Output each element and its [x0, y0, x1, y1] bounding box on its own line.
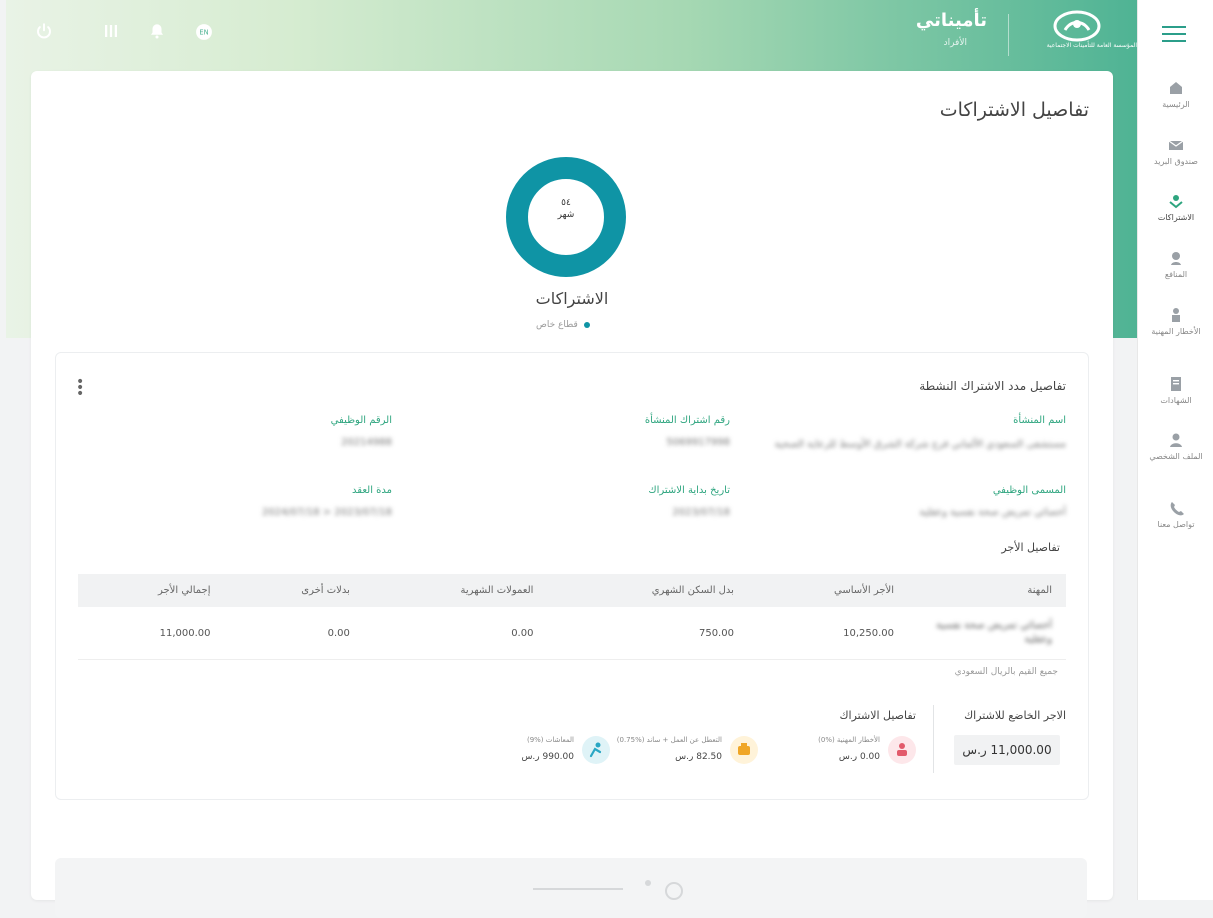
panel-title: تفاصيل مدد الاشتراك النشطة — [919, 379, 1066, 393]
subject-wage-label: الاجر الخاضع للاشتراك — [964, 709, 1066, 722]
col-header-commissions: العمولات الشهرية — [363, 574, 548, 607]
col-header-total: إجمالي الأجر — [78, 574, 225, 607]
sidebar-item-label: تواصل معنا — [1157, 520, 1195, 529]
cell-commissions: 0.00 — [363, 607, 548, 660]
sidebar-item-label: الملف الشخصي — [1149, 452, 1203, 461]
employee-number-label: الرقم الوظيفي — [330, 415, 392, 426]
svg-text:EN: EN — [199, 29, 208, 37]
sidebar: الرئيسية صندوق البريد الاشتراكات المنافع… — [1137, 0, 1213, 900]
establishment-name-value: مستشفى السعودي الألماني فرع شركة الشرق ا… — [774, 439, 1066, 450]
contribution-label: التعطل عن العمل + ساند (%0.75) — [616, 736, 722, 744]
certificates-icon — [1168, 376, 1184, 392]
employee-number-value: 20214988 — [341, 437, 392, 448]
donut-caption: الاشتراكات — [535, 289, 609, 308]
establishment-subscription-value: 5069917998 — [666, 437, 730, 448]
sidebar-item-label: الرئيسية — [1162, 100, 1190, 109]
home-icon — [1168, 80, 1184, 96]
sidebar-item-label: صندوق البريد — [1154, 157, 1198, 166]
cell-basic-wage: 10,250.00 — [747, 607, 908, 660]
start-date-label: تاريخ بداية الاشتراك — [648, 485, 730, 496]
placeholder-dot — [645, 880, 651, 886]
menu-icon[interactable] — [1162, 26, 1186, 42]
contribution-label: الأخطار المهنية (%0) — [818, 736, 880, 744]
occupational-icon — [1168, 307, 1184, 323]
pension-icon — [582, 736, 610, 764]
active-subscription-panel: تفاصيل مدد الاشتراك النشطة • • • اسم المنش… — [55, 352, 1089, 800]
vertical-divider — [933, 705, 934, 773]
sidebar-item-label: الاشتراكات — [1157, 213, 1195, 222]
contribution-value: 82.50 ر.س — [675, 752, 722, 762]
sidebar-item-benefits[interactable]: المنافع — [1138, 250, 1213, 279]
brand-subtitle: الأفراد — [943, 38, 967, 48]
apps-grid-icon[interactable] — [100, 22, 122, 44]
establishment-name-label: اسم المنشأة — [1013, 415, 1066, 426]
job-title-label: المسمى الوظيفي — [992, 485, 1066, 496]
brand-name: تأميناتي — [915, 10, 987, 31]
col-header-basic-wage: الأجر الأساسي — [747, 574, 908, 607]
legend-dot — [583, 321, 590, 328]
hazard-icon — [888, 736, 916, 764]
unemployment-icon — [730, 736, 758, 764]
placeholder-line — [533, 888, 623, 890]
start-date-value: 2023/07/18 — [672, 507, 730, 518]
sidebar-item-certificates[interactable]: الشهادات — [1138, 376, 1213, 405]
col-header-housing: بدل السكن الشهري — [547, 574, 748, 607]
wages-table: المهنة الأجر الأساسي بدل السكن الشهري ال… — [78, 574, 1066, 660]
subscription-donut: ٥٤ شهر — [506, 157, 626, 277]
bell-icon[interactable] — [146, 22, 168, 44]
col-header-occupation: المهنة — [908, 574, 1066, 607]
sidebar-item-subscriptions[interactable]: الاشتراكات — [1138, 193, 1213, 222]
donut-legend: قطاع خاص — [536, 320, 590, 330]
power-icon[interactable] — [33, 22, 55, 44]
sidebar-item-home[interactable]: الرئيسية — [1138, 80, 1213, 109]
language-toggle-icon[interactable]: EN — [193, 22, 215, 44]
legend-label: قطاع خاص — [536, 320, 578, 330]
job-title-value: أخصائي تمريض صحة نفسية وعقلية — [919, 507, 1066, 518]
sidebar-item-occupational[interactable]: الأخطار المهنية — [1138, 307, 1213, 336]
top-bar: EN تأميناتي الأفراد المؤسسة العامة للتأم… — [6, 0, 1137, 70]
cell-total: 11,000.00 — [78, 607, 225, 660]
donut-center-label: ٥٤ شهر — [506, 197, 626, 221]
sidebar-item-label: المنافع — [1164, 270, 1188, 279]
subscription-details-title: تفاصيل الاشتراك — [839, 709, 916, 722]
contribution-pension: المعاشات (%9) 990.00 ر.س — [430, 734, 610, 770]
main-card: تفاصيل الاشتراكات ٥٤ شهر الاشتراكات قطاع… — [31, 71, 1113, 918]
currency-note: جميع القيم بالريال السعودي — [954, 667, 1058, 677]
donut-unit: شهر — [557, 210, 575, 220]
profile-icon — [1168, 432, 1184, 448]
sidebar-item-label: الأخطار المهنية — [1151, 327, 1201, 336]
establishment-subscription-label: رقم اشتراك المنشأة — [644, 415, 730, 426]
contact-icon — [1168, 500, 1184, 516]
page-title: تفاصيل الاشتراكات — [939, 99, 1089, 121]
contribution-value: 0.00 ر.س — [838, 752, 880, 762]
contract-period-value: 2024/07/18 > 2023/07/18 — [261, 507, 392, 518]
gosi-logo-icon — [1047, 8, 1107, 60]
table-row: أخصائي تمريض صحة نفسية وعقلية 10,250.00 … — [78, 607, 1066, 660]
contribution-label: المعاشات (%9) — [526, 736, 574, 744]
sidebar-item-label: الشهادات — [1160, 396, 1192, 405]
wages-section-title: تفاصيل الأجر — [1001, 541, 1060, 554]
col-header-other: بدلات أخرى — [224, 574, 364, 607]
sidebar-item-mailbox[interactable]: صندوق البريد — [1138, 137, 1213, 166]
loading-placeholder-card — [55, 858, 1087, 918]
org-name: المؤسسة العامة للتأمينات الاجتماعية — [1046, 42, 1137, 49]
cell-housing: 750.00 — [547, 607, 748, 660]
sidebar-item-contact[interactable]: تواصل معنا — [1138, 500, 1213, 529]
donut-value: ٥٤ — [561, 198, 571, 208]
benefits-icon — [1168, 250, 1184, 266]
cell-other: 0.00 — [224, 607, 364, 660]
mail-icon — [1168, 137, 1184, 153]
placeholder-circle — [665, 882, 683, 900]
cell-occupation: أخصائي تمريض صحة نفسية وعقلية — [908, 607, 1066, 660]
contribution-value: 990.00 ر.س — [521, 752, 574, 762]
subscriptions-icon — [1168, 193, 1184, 209]
table-header-row: المهنة الأجر الأساسي بدل السكن الشهري ال… — [78, 574, 1066, 607]
more-options-icon[interactable]: • • • — [76, 375, 84, 401]
sidebar-item-profile[interactable]: الملف الشخصي — [1138, 432, 1213, 461]
contract-period-label: مدة العقد — [352, 485, 392, 496]
brand-divider — [1008, 14, 1009, 56]
contribution-hazards: الأخطار المهنية (%0) 0.00 ر.س — [736, 734, 916, 770]
subject-wage-value: 11,000.00 ر.س — [954, 735, 1060, 765]
